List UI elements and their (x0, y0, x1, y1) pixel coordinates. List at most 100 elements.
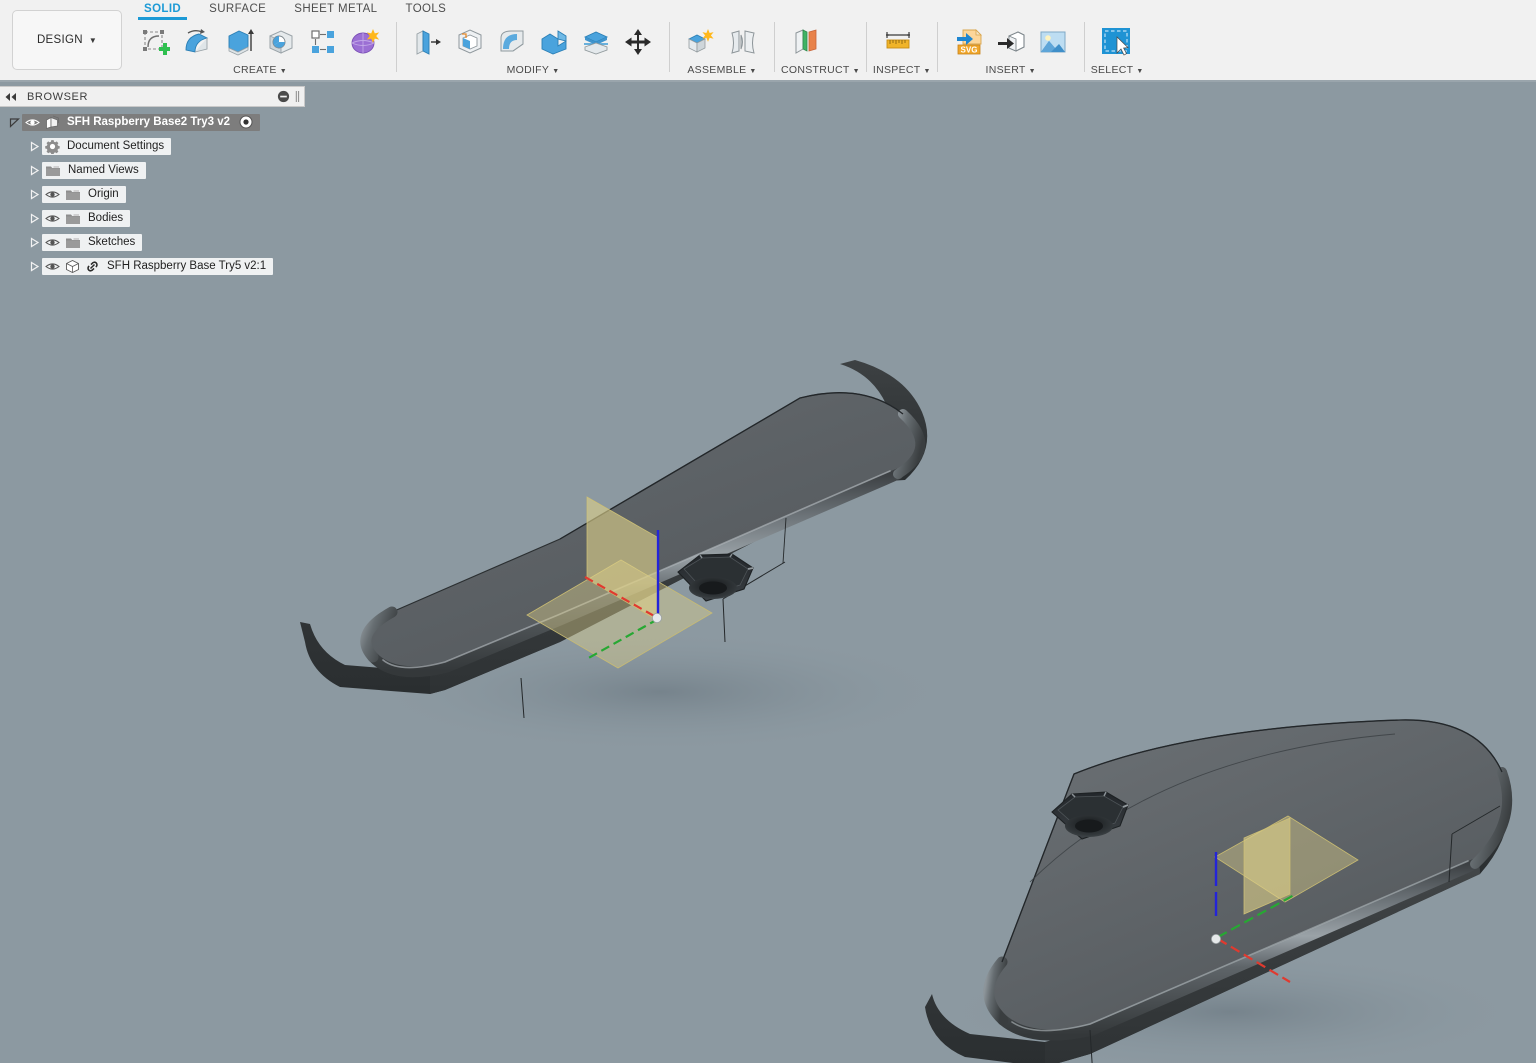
create-form-icon[interactable] (344, 21, 386, 63)
ribbon-group-create-label[interactable]: CREATE ▼ (130, 64, 390, 78)
folder-icon (45, 164, 61, 177)
browser-tree: SFH Raspberry Base2 Try3 v2 Document Set… (0, 107, 305, 276)
press-pull-icon[interactable] (407, 21, 449, 63)
split-body-icon[interactable] (575, 21, 617, 63)
insert-mesh-icon[interactable] (990, 21, 1032, 63)
workspace-switcher-button[interactable]: DESIGN ▼ (12, 10, 122, 70)
origin-plane-xz-1[interactable] (587, 497, 657, 620)
body1-front-fillet (367, 468, 904, 678)
eye-icon[interactable] (45, 189, 60, 200)
body2-seam-2 (1089, 1029, 1093, 1063)
tree-item-document-settings[interactable]: Document Settings (42, 137, 172, 155)
browser-title: BROWSER (27, 90, 89, 103)
eye-icon[interactable] (45, 237, 60, 248)
body1-seam-3 (520, 677, 525, 719)
ribbon-group-select-label[interactable]: SELECT ▼ (1091, 64, 1144, 78)
origin-point-2[interactable] (1211, 934, 1222, 945)
tree-item-linked-body-label: SFH Raspberry Base Try5 v2:1 (107, 260, 267, 272)
triangle-collapsed-icon[interactable] (26, 162, 42, 178)
tree-row-sketches[interactable]: Sketches (0, 232, 305, 252)
body2-inner-crease (1029, 733, 1396, 883)
triangle-collapsed-icon[interactable] (26, 234, 42, 250)
body-teardrop-base-lower[interactable] (925, 719, 1530, 1063)
sweep-icon[interactable] (260, 21, 302, 63)
tree-item-root[interactable]: SFH Raspberry Base2 Try3 v2 (22, 113, 261, 131)
insert-svg-icon[interactable]: SVG (948, 21, 990, 63)
ribbon-group-construct-label[interactable]: CONSTRUCT ▼ (781, 64, 860, 78)
origin-axis-x-2[interactable] (1217, 938, 1291, 983)
tab-surface[interactable]: SURFACE (195, 0, 280, 20)
decal-icon[interactable] (1032, 21, 1074, 63)
svg-text:SVG: SVG (960, 46, 977, 55)
tree-row-root[interactable]: SFH Raspberry Base2 Try3 v2 (0, 112, 305, 132)
body2-fillet-highlight (1011, 860, 1469, 1032)
origin-plane-xz-2[interactable] (1244, 818, 1290, 914)
tree-item-sketches[interactable]: Sketches (42, 233, 143, 251)
tree-row-bodies[interactable]: Bodies (0, 208, 305, 228)
tab-solid-label: SOLID (144, 3, 182, 15)
ribbon-group-assemble-label[interactable]: ASSEMBLE ▼ (676, 64, 768, 78)
eye-icon[interactable] (45, 213, 60, 224)
triangle-expanded-icon[interactable] (6, 114, 22, 130)
move-copy-icon[interactable] (617, 21, 659, 63)
tab-tools[interactable]: TOOLS (391, 0, 460, 20)
origin-plane-yz-1[interactable] (586, 496, 658, 621)
body2-top-face[interactable] (988, 719, 1508, 1036)
body1-right-end-fillet (893, 409, 926, 479)
origin-plane-xy-2[interactable] (1214, 815, 1359, 903)
body-rounded-slot-base-upper[interactable] (300, 360, 960, 754)
create-sketch-icon[interactable] (134, 21, 176, 63)
chevron-down-icon: ▼ (279, 68, 287, 75)
tree-item-origin[interactable]: Origin (42, 185, 126, 203)
tree-item-named-views[interactable]: Named Views (42, 161, 146, 179)
body2-seam-1 (1448, 833, 1453, 883)
origin-axis-y-1[interactable] (584, 618, 659, 661)
tree-item-root-label: SFH Raspberry Base2 Try3 v2 (67, 116, 231, 128)
tree-row-origin[interactable]: Origin (0, 184, 305, 204)
tree-item-sketches-label: Sketches (88, 236, 136, 248)
origin-plane-yz-2[interactable] (1243, 817, 1291, 915)
body1-left-end-fillet (360, 606, 398, 663)
minus-circle-icon[interactable] (277, 90, 290, 103)
ribbon-group-insert-label[interactable]: INSERT ▼ (944, 64, 1078, 78)
double-left-arrow-icon[interactable] (4, 91, 18, 103)
triangle-collapsed-icon[interactable] (26, 138, 42, 154)
tree-row-named-views[interactable]: Named Views (0, 160, 305, 180)
triangle-collapsed-icon[interactable] (26, 258, 42, 274)
combine-icon[interactable] (533, 21, 575, 63)
eye-icon[interactable] (25, 117, 40, 128)
body2-origin-triad[interactable] (1211, 815, 1359, 983)
offset-plane-icon[interactable] (785, 21, 827, 63)
origin-axis-y-2[interactable] (1217, 893, 1297, 938)
select-window-icon[interactable] (1095, 21, 1137, 63)
shell-icon[interactable] (449, 21, 491, 63)
ribbon-group-assemble: ASSEMBLE ▼ (676, 20, 768, 80)
measure-icon[interactable] (877, 21, 919, 63)
ribbon-group-inspect-label[interactable]: INSPECT ▼ (873, 64, 931, 78)
tree-row-linked-body[interactable]: SFH Raspberry Base Try5 v2:1 (0, 256, 305, 276)
origin-axis-x-1[interactable] (584, 576, 657, 618)
tree-item-bodies[interactable]: Bodies (42, 209, 131, 227)
triangle-collapsed-icon[interactable] (26, 210, 42, 226)
pattern-icon[interactable] (302, 21, 344, 63)
activate-radio-icon[interactable] (239, 115, 253, 129)
tab-solid[interactable]: SOLID (130, 0, 195, 20)
body2-hex-counterbore[interactable] (1051, 791, 1129, 840)
new-component-icon[interactable] (680, 21, 722, 63)
tab-sheet-metal[interactable]: SHEET METAL (280, 0, 391, 20)
body1-top-face[interactable] (365, 392, 921, 673)
fillet-icon[interactable] (491, 21, 533, 63)
body1-hex-counterbore[interactable] (677, 553, 754, 602)
tree-row-document-settings[interactable]: Document Settings (0, 136, 305, 156)
triangle-collapsed-icon[interactable] (26, 186, 42, 202)
origin-point-1[interactable] (652, 613, 663, 624)
joint-icon[interactable] (722, 21, 764, 63)
body1-origin-triad[interactable] (526, 496, 713, 669)
revolve-icon[interactable] (176, 21, 218, 63)
tree-item-linked-body[interactable]: SFH Raspberry Base Try5 v2:1 (42, 257, 274, 275)
eye-icon[interactable] (45, 261, 60, 272)
grip-handle-icon[interactable] (295, 90, 300, 103)
extrude-icon[interactable] (218, 21, 260, 63)
ribbon-group-modify-label[interactable]: MODIFY ▼ (403, 64, 663, 78)
origin-plane-xy-1[interactable] (526, 559, 713, 669)
